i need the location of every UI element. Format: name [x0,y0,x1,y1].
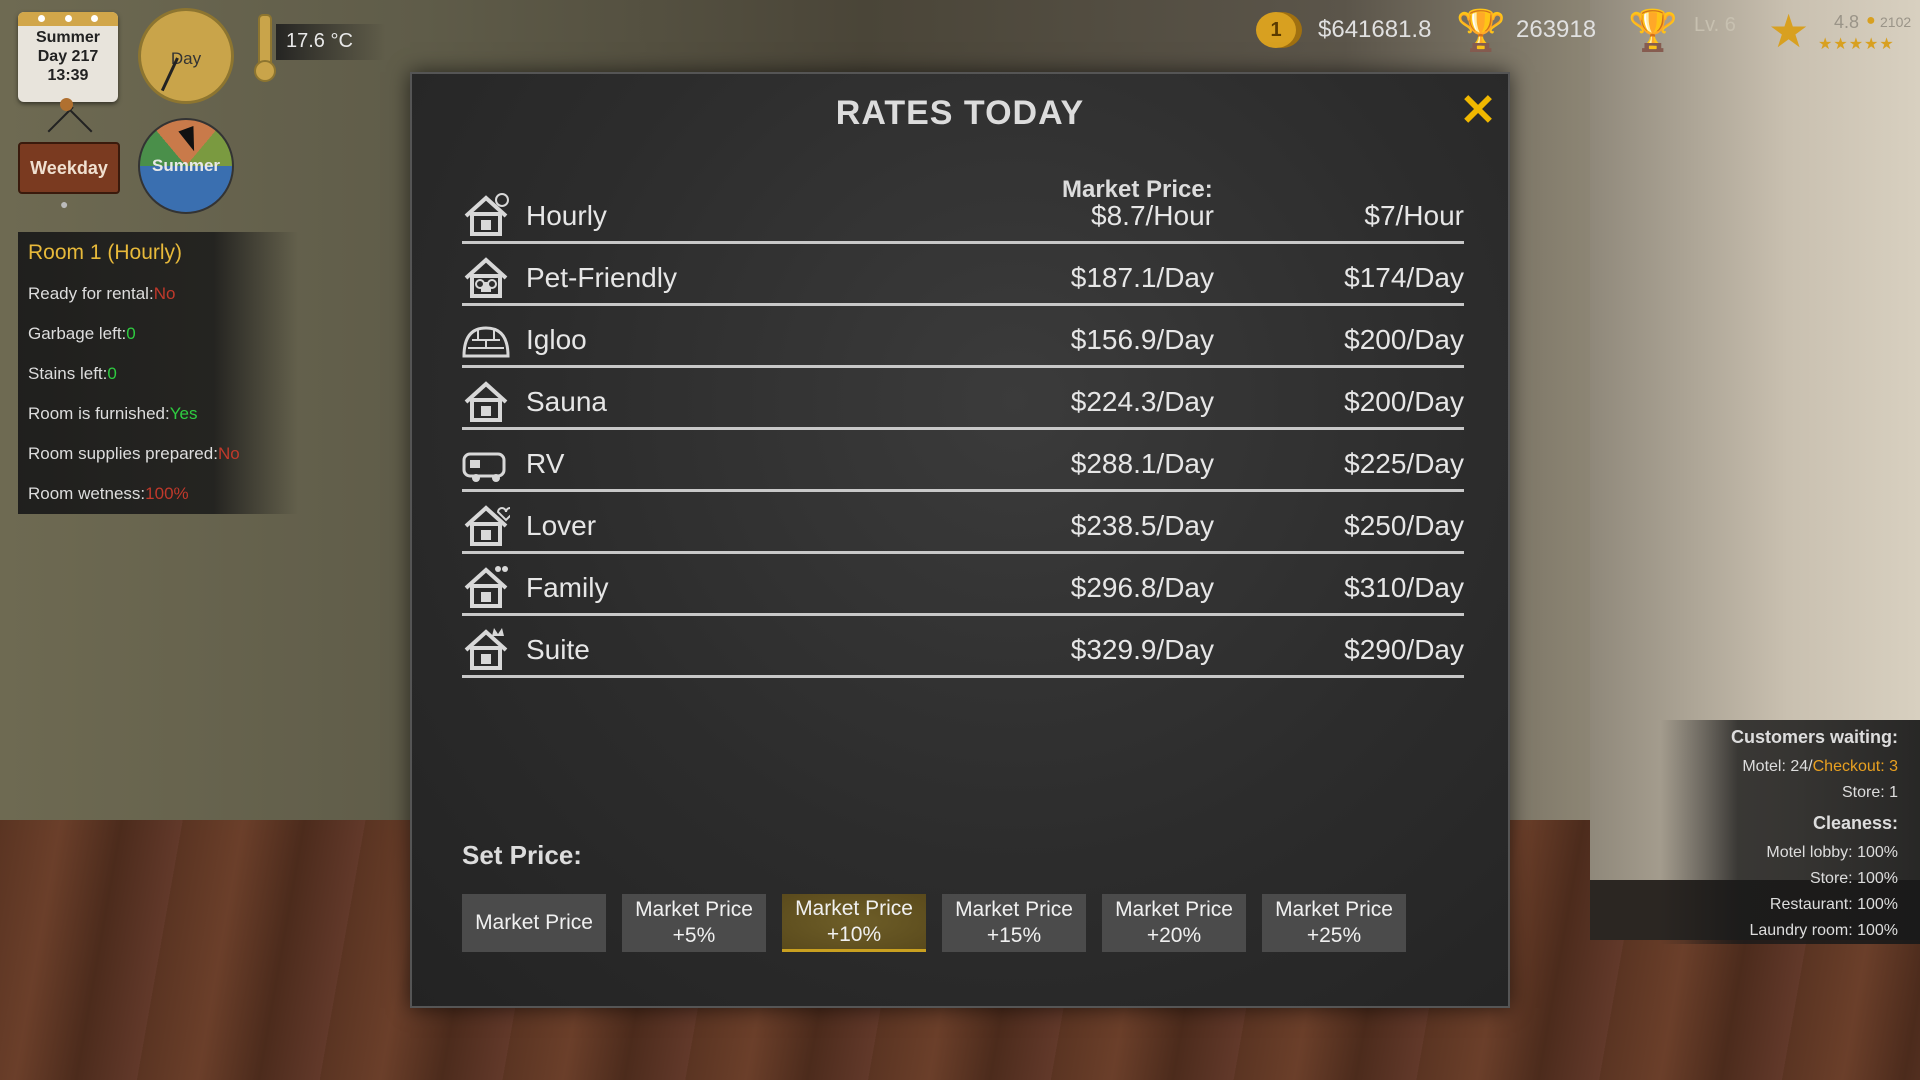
room-type-name: Pet-Friendly [526,262,677,293]
sauna-house-icon [462,378,510,426]
day-label: Day 217 [37,48,99,65]
rate-row-lover[interactable]: Lover $238.5/Day $250/Day [462,494,1464,554]
trophy-icon: 🏆 [1456,9,1506,53]
set-price-button-1[interactable]: Market Price +5% [622,894,766,952]
room-status-panel: Room 1 (Hourly) Ready for rental:No Garb… [18,232,298,514]
set-price-button-5[interactable]: Market Price +25% [1262,894,1406,952]
level-trophy-icon: 🏆 [1628,9,1678,53]
coin-icon: 1 [1256,12,1296,48]
igloo-icon [462,316,510,364]
set-price-button-0[interactable]: Market Price [462,894,606,952]
pet-house-icon [462,254,510,302]
calendar: Summer Day 217 13:39 [18,12,118,102]
rate-row-igloo[interactable]: Igloo $156.9/Day $200/Day [462,308,1464,368]
market-price: $329.9/Day [1070,634,1214,665]
status-row: Room wetness:100% [18,474,298,514]
current-price: $7/Hour [1364,200,1464,231]
room-type-name: Lover [526,510,597,541]
market-price: $238.5/Day [1070,510,1214,541]
room-type-name: Igloo [526,324,587,355]
status-row: Stains left:0 [18,354,298,394]
current-price: $290/Day [1344,634,1464,665]
weekday-sign: Weekday [18,142,120,194]
set-price-button-3[interactable]: Market Price +15% [942,894,1086,952]
set-price-button-2[interactable]: Market Price +10% [782,894,926,952]
current-price: $310/Day [1344,572,1464,603]
current-price: $250/Day [1344,510,1464,541]
rate-row-pet-friendly[interactable]: Pet-Friendly $187.1/Day $174/Day [462,246,1464,306]
rate-row-hourly[interactable]: Hourly $8.7/Hour $7/Hour [462,184,1464,244]
room-type-name: Family [526,572,609,603]
level: Lv. 6 [1694,14,1736,36]
rating: 4.8 [1834,12,1860,32]
dialog-title: RATES TODAY [835,94,1085,132]
status-row: Room supplies prepared:No [18,434,298,474]
suite-house-icon [462,626,510,674]
rate-row-sauna[interactable]: Sauna $224.3/Day $200/Day [462,370,1464,430]
reviewer-icon: ● [1866,12,1876,29]
market-price: $8.7/Hour [1091,200,1214,231]
room-type-name: Sauna [526,386,607,417]
cleaness-row: Store: 100% [1660,866,1920,892]
room-title: Room 1 (Hourly) [18,232,298,274]
info-panel: Customers waiting: Motel: 24/Checkout: 3… [1660,720,1920,944]
store-waiting: Store: 1 [1660,780,1920,806]
cleaness-row: Motel lobby: 100% [1660,840,1920,866]
person-icon: ● [60,196,69,212]
status-row: Ready for rental:No [18,274,298,314]
current-price: $225/Day [1344,448,1464,479]
set-price-button-4[interactable]: Market Price +20% [1102,894,1246,952]
score: 263918 [1516,16,1597,43]
room-type-name: RV [526,448,565,479]
review-count: 2102 [1880,14,1912,30]
family-house-icon [462,564,510,612]
market-price: $296.8/Day [1070,572,1214,603]
status-row: Room is furnished:Yes [18,394,298,434]
current-price: $200/Day [1344,324,1464,355]
rating-stars: ★★★★★ [1818,36,1895,53]
temperature: 17.6 °C [286,30,353,52]
market-price: $288.1/Day [1070,448,1214,479]
lover-house-icon [462,502,516,550]
status-row: Garbage left:0 [18,314,298,354]
rate-row-suite[interactable]: Suite $329.9/Day $290/Day [462,618,1464,678]
hourly-house-icon [462,192,510,240]
current-price: $174/Day [1344,262,1464,293]
market-price: $156.9/Day [1070,324,1214,355]
cleaness-row: Laundry room: 100% [1660,918,1920,944]
rate-row-rv[interactable]: RV $288.1/Day $225/Day [462,432,1464,492]
market-price: $187.1/Day [1070,262,1214,293]
season-label: Summer [35,29,101,46]
star-icon: ★ [1768,5,1810,57]
cleaness-title: Cleaness: [1660,806,1920,840]
current-price: $200/Day [1344,386,1464,417]
day-clock: Day [138,8,234,104]
set-price-label: Set Price: [462,840,582,870]
motel-waiting: Motel: 24/Checkout: 3 [1660,754,1920,780]
cleaness-row: Restaurant: 100% [1660,892,1920,918]
customers-title: Customers waiting: [1660,720,1920,754]
room-type-name: Hourly [526,200,607,231]
close-button[interactable]: ✕ [1458,89,1498,133]
hanger-pin-icon [60,98,73,111]
rates-dialog: RATES TODAY ✕ Market Price: Hourly $8.7/H… [410,72,1510,1008]
room-type-name: Suite [526,634,590,665]
rv-icon [462,440,510,488]
rate-row-family[interactable]: Family $296.8/Day $310/Day [462,556,1464,616]
time-label: 13:39 [47,67,89,84]
money: $641681.8 [1318,16,1432,43]
market-price: $224.3/Day [1070,386,1214,417]
